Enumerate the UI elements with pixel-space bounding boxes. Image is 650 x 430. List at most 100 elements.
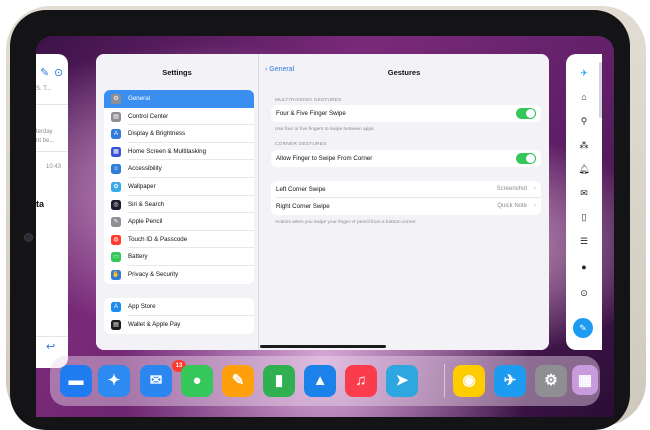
sidebar-item-label: General xyxy=(128,95,151,102)
keynote-app-icon[interactable]: ▲ xyxy=(304,365,336,397)
home-indicator[interactable] xyxy=(260,345,386,348)
section-header: MULTITASKING GESTURES xyxy=(275,98,342,103)
telegram-app-icon[interactable]: ➤ xyxy=(386,365,418,397)
mail-snippet: S. T... xyxy=(36,86,52,92)
mail-icon[interactable]: ✉ xyxy=(577,186,591,200)
profile-icon[interactable]: ● xyxy=(577,260,591,274)
twitter-app-peek[interactable]: ✈ ⌂ ⚲ ⁂ 🔔︎ ✉ ▯ ☰ ● ⊙ ✎ xyxy=(566,54,602,350)
page-title: Gestures xyxy=(387,68,421,77)
scrollbar[interactable] xyxy=(599,62,602,118)
messages-app-icon[interactable]: ● xyxy=(181,365,213,397)
separator xyxy=(36,336,68,337)
siri-icon: ◎ xyxy=(111,199,121,210)
sidebar-item-control-center[interactable]: ▤ Control Center xyxy=(104,108,254,126)
sidebar-item-touch-id[interactable]: ◍ Touch ID & Passcode xyxy=(104,231,254,249)
sidebar-item-label: Wallet & Apple Pay xyxy=(128,320,181,328)
ipad-screen: ✎ ⊙ S. T... terday nt be... 10:43 ta ↩ S… xyxy=(36,36,614,417)
settings-app-icon[interactable]: ⚙ xyxy=(535,365,567,397)
row-value: Quick Note xyxy=(497,203,527,209)
sidebar-item-label: Apple Pencil xyxy=(128,218,163,226)
bell-icon[interactable]: 🔔︎ xyxy=(577,162,591,176)
sidebar-group-main: ⚙ General ▤ Control Center A Display & B… xyxy=(104,90,254,284)
right-corner-swipe-row[interactable]: Right Corner Swipe Quick Note › xyxy=(271,198,541,215)
mail-heading: ta xyxy=(36,199,45,209)
sidebar-item-accessibility[interactable]: ☺ Accessibility xyxy=(104,160,254,178)
sidebar-item-app-store[interactable]: A App Store xyxy=(104,298,254,316)
switches-icon: ▤ xyxy=(111,111,121,122)
sidebar-item-label: Accessibility xyxy=(128,165,162,173)
spaces-icon[interactable]: ⁂ xyxy=(577,138,591,152)
sidebar-item-siri[interactable]: ◎ Siri & Search xyxy=(104,196,254,214)
files-app-icon[interactable]: ▬ xyxy=(60,365,92,397)
allow-corner-row: Allow Finger to Swipe From Corner xyxy=(271,150,541,167)
sidebar-item-wallet[interactable]: ▤ Wallet & Apple Pay xyxy=(104,316,254,334)
multitasking-card: Four & Five Finger Swipe xyxy=(271,105,541,122)
grid-icon: ▦ xyxy=(111,146,121,157)
reply-icon[interactable]: ↩ xyxy=(46,340,55,353)
list-icon[interactable]: ☰ xyxy=(577,234,591,248)
wallet-icon: ▤ xyxy=(111,319,121,330)
four-five-finger-toggle[interactable] xyxy=(516,108,536,119)
sidebar-item-label: Control Center xyxy=(128,112,169,120)
section-footer: Actions when you swipe your finger or pe… xyxy=(275,220,417,225)
sidebar-item-privacy[interactable]: ✋ Privacy & Security xyxy=(104,266,254,284)
sidebar-title: Settings xyxy=(162,68,192,77)
mail-snippet: terday xyxy=(36,129,53,135)
row-value: Screenshot xyxy=(496,186,527,192)
safari-app-icon[interactable]: ✦ xyxy=(98,365,130,397)
app-library-icon[interactable]: ▦ xyxy=(572,365,598,395)
separator xyxy=(36,104,68,105)
chevron-right-icon: › xyxy=(533,185,536,192)
row-label: Allow Finger to Swipe From Corner xyxy=(276,155,373,162)
sidebar-item-wallpaper[interactable]: ✿ Wallpaper xyxy=(104,178,254,196)
settings-sidebar: Settings ⚙ General ▤ Control Center A Di… xyxy=(96,54,258,350)
sidebar-item-label: Touch ID & Passcode xyxy=(128,235,188,243)
mail-snippet: nt be... xyxy=(36,138,55,144)
tips-app-icon[interactable]: ◉ xyxy=(453,365,485,397)
left-corner-swipe-row[interactable]: Left Corner Swipe Screenshot › xyxy=(271,181,541,198)
text-size-icon: A xyxy=(111,129,121,140)
compose-icon[interactable]: ✎ xyxy=(573,318,593,338)
music-app-icon[interactable]: ♫ xyxy=(345,365,377,397)
sidebar-item-label: App Store xyxy=(128,303,156,310)
sidebar-item-label: Wallpaper xyxy=(128,183,156,190)
numbers-app-icon[interactable]: ▮ xyxy=(263,365,295,397)
dock: ▬ ✦ ✉ 13 ● ✎ ▮ ▲ ♫ ➤ ◉ ✈ ⚙ ▦ xyxy=(50,356,600,406)
pencil-icon: ✎ xyxy=(111,217,121,228)
sidebar-group-store: A App Store ▤ Wallet & Apple Pay xyxy=(104,298,254,334)
hand-icon: ✋ xyxy=(111,270,121,280)
search-icon[interactable]: ⚲ xyxy=(577,114,591,128)
sidebar-item-display[interactable]: A Display & Brightness xyxy=(104,125,254,143)
pages-app-icon[interactable]: ✎ xyxy=(222,365,254,397)
twitter-app-icon[interactable]: ✈ xyxy=(494,365,526,397)
mail-time: 10:43 xyxy=(46,164,62,170)
dock-divider xyxy=(444,364,445,398)
battery-icon: ▭ xyxy=(111,252,121,263)
mail-app-peek[interactable]: ✎ ⊙ S. T... terday nt be... 10:43 ta ↩ xyxy=(36,54,68,368)
sidebar-item-general[interactable]: ⚙ General xyxy=(104,90,254,108)
allow-corner-toggle[interactable] xyxy=(516,153,536,164)
flower-icon: ✿ xyxy=(111,182,121,192)
separator xyxy=(36,151,68,152)
sidebar-item-label: Home Screen & Multitasking xyxy=(128,147,207,155)
sidebar-item-battery[interactable]: ▭ Battery xyxy=(104,248,254,266)
compose-icon[interactable]: ✎ xyxy=(40,66,49,79)
row-label: Right Corner Swipe xyxy=(276,203,330,210)
more-icon[interactable]: ⊙ xyxy=(577,286,591,300)
section-header: CORNER GESTURES xyxy=(275,142,327,147)
row-label: Left Corner Swipe xyxy=(276,186,326,193)
mail-app-icon[interactable]: ✉ xyxy=(140,365,172,397)
app-store-icon: A xyxy=(111,302,121,312)
chevron-right-icon: › xyxy=(533,202,536,209)
sidebar-item-apple-pencil[interactable]: ✎ Apple Pencil xyxy=(104,213,254,231)
section-footer: Use four or five fingers to swipe betwee… xyxy=(275,127,375,132)
corner-toggle-card: Allow Finger to Swipe From Corner xyxy=(271,150,541,167)
row-label: Four & Five Finger Swipe xyxy=(276,110,346,117)
bookmark-icon[interactable]: ▯ xyxy=(577,210,591,224)
sidebar-item-home-screen[interactable]: ▦ Home Screen & Multitasking xyxy=(104,143,254,161)
twitter-bird-icon[interactable]: ✈ xyxy=(577,66,591,80)
more-icon[interactable]: ⊙ xyxy=(54,66,63,79)
home-icon[interactable]: ⌂ xyxy=(577,90,591,104)
gear-icon: ⚙ xyxy=(111,94,121,104)
sidebar-item-label: Siri & Search xyxy=(128,200,165,208)
